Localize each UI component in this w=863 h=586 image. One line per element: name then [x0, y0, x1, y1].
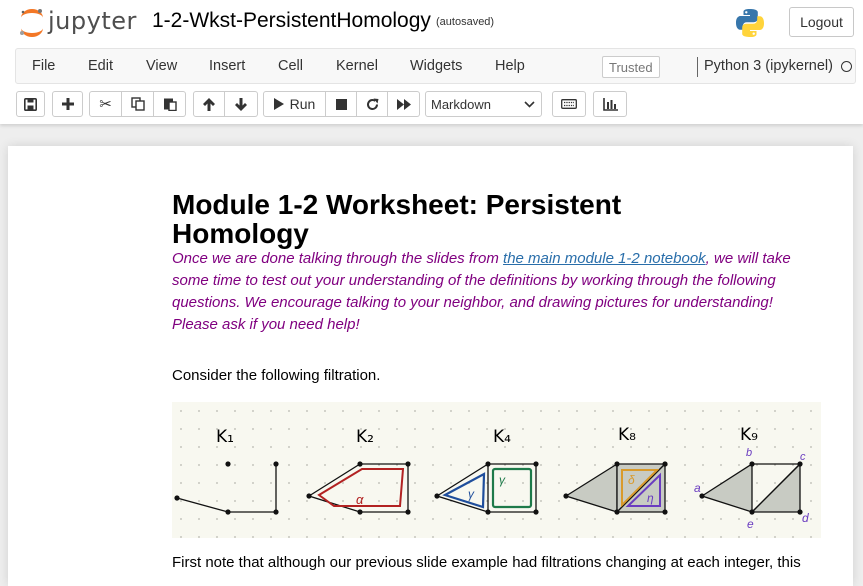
menu-kernel[interactable]: Kernel — [336, 58, 378, 74]
jupyter-logo-icon[interactable] — [18, 7, 46, 44]
command-palette-button[interactable] — [552, 91, 586, 117]
menu-widgets[interactable]: Widgets — [410, 58, 462, 74]
stage-label-k9: K₉ — [740, 425, 758, 445]
paste-button[interactable] — [154, 91, 186, 117]
filtration-intro-text: Consider the following filtration. — [172, 367, 381, 384]
notebook-container: Module 1-2 Worksheet: Persistent Homolog… — [8, 146, 853, 586]
copy-button[interactable] — [122, 91, 154, 117]
chart-button[interactable] — [593, 91, 627, 117]
restart-icon — [366, 98, 378, 110]
intro-text-before: Once we are done talking through the sli… — [172, 250, 504, 267]
stage-label-k4: K₄ — [493, 427, 511, 447]
notebook-title[interactable]: 1-2-Wkst-PersistentHomology — [152, 9, 431, 33]
region-label-k4-left: γ — [468, 487, 475, 501]
stage-label-k2: K₂ — [356, 427, 374, 447]
region-label-k2: α — [356, 492, 364, 507]
restart-button[interactable] — [357, 91, 388, 117]
region-label-k8-top: δ — [628, 473, 635, 487]
autosave-status: (autosaved) — [436, 16, 495, 28]
menu-cell[interactable]: Cell — [278, 58, 303, 74]
followup-paragraph: First note that although our previous sl… — [172, 554, 801, 571]
fast-forward-icon — [396, 98, 411, 110]
vertex-label-b: b — [746, 447, 752, 459]
stop-icon — [335, 98, 347, 110]
stage-label-k1: K₁ — [216, 427, 234, 447]
worksheet-heading: Module 1-2 Worksheet: Persistent Homolog… — [172, 189, 622, 249]
save-button[interactable] — [16, 91, 45, 117]
run-label: Run — [289, 96, 316, 112]
restart-run-all-button[interactable] — [388, 91, 420, 117]
insert-cell-button[interactable] — [52, 91, 83, 117]
menu-insert[interactable]: Insert — [209, 58, 245, 74]
logout-button[interactable]: Logout — [789, 7, 854, 37]
menu-edit[interactable]: Edit — [88, 58, 113, 74]
jupyter-logo-text[interactable]: jupyter — [48, 7, 137, 35]
region-label-k4-right: γ — [499, 473, 506, 487]
move-down-button[interactable] — [225, 91, 258, 117]
menu-view[interactable]: View — [146, 58, 177, 74]
vertex-label-e: e — [747, 517, 754, 531]
vertex-label-d: d — [802, 511, 809, 525]
cell-type-select[interactable]: Markdown — [425, 91, 542, 117]
plus-icon — [61, 98, 74, 110]
region-label-k8-bottom: η — [647, 491, 654, 505]
move-up-button[interactable] — [193, 91, 225, 117]
copy-icon — [130, 97, 145, 111]
play-icon — [273, 98, 284, 110]
bar-chart-icon — [602, 97, 618, 111]
kernel-separator — [697, 57, 698, 77]
menubar: File Edit View Insert Cell Kernel Widget… — [15, 48, 856, 84]
intro-paragraph: Once we are done talking through the sli… — [172, 248, 822, 336]
arrow-up-icon — [203, 97, 215, 111]
stage-label-k8: K₈ — [618, 425, 636, 445]
menu-file[interactable]: File — [32, 58, 55, 74]
vertex-label-a: a — [694, 481, 701, 495]
filtration-figure: K₁ K₂ α K₄ γ γ K₈ δ η K₉ a b c d e — [172, 402, 821, 538]
python-logo-icon — [734, 7, 766, 44]
run-button[interactable]: Run — [263, 91, 326, 117]
paste-icon — [163, 98, 177, 111]
cut-button[interactable]: ✂ — [89, 91, 122, 117]
chevron-down-icon — [524, 101, 535, 108]
kernel-idle-icon — [841, 61, 852, 72]
interrupt-button[interactable] — [326, 91, 357, 117]
scissors-icon: ✂ — [99, 96, 112, 113]
main-notebook-link[interactable]: the main module 1-2 notebook — [503, 250, 706, 267]
cell-type-value: Markdown — [431, 96, 491, 112]
menu-help[interactable]: Help — [495, 58, 525, 74]
arrow-down-icon — [235, 97, 247, 111]
floppy-icon — [24, 97, 37, 111]
notebook-header: jupyter 1-2-Wkst-PersistentHomology (aut… — [0, 0, 863, 124]
vertex-label-c: c — [800, 451, 806, 463]
keyboard-icon — [561, 99, 577, 109]
trusted-indicator[interactable]: Trusted — [602, 56, 660, 78]
filtration-drawing: K₁ K₂ α K₄ γ γ K₈ δ η K₉ a b c d e — [172, 402, 821, 538]
kernel-name[interactable]: Python 3 (ipykernel) — [704, 58, 833, 74]
